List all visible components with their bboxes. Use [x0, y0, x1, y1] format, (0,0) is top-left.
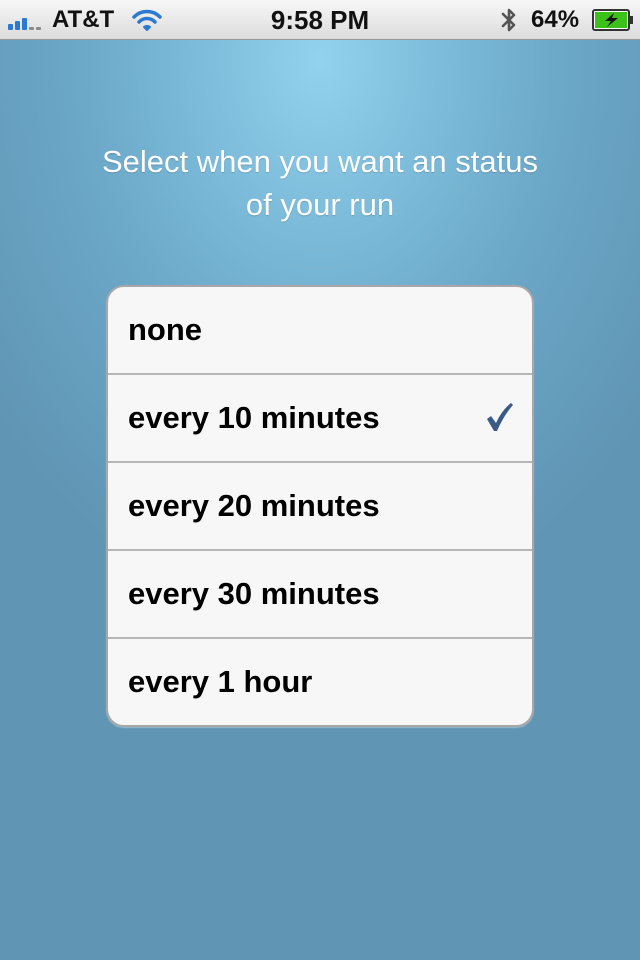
checkmark-icon: [487, 403, 513, 431]
option-label: every 20 minutes: [128, 488, 380, 523]
option-label: none: [128, 312, 203, 347]
option-label: every 30 minutes: [128, 576, 380, 611]
prompt-line-2: of your run: [245, 187, 395, 222]
option-every-1-hour[interactable]: every 1 hour: [108, 639, 532, 725]
status-interval-list: none every 10 minutes every 20 minutes e…: [106, 285, 534, 727]
option-label: every 1 hour: [128, 664, 313, 699]
option-every-10-minutes[interactable]: every 10 minutes: [108, 375, 532, 463]
option-every-20-minutes[interactable]: every 20 minutes: [108, 463, 532, 551]
prompt-text: Select when you want an status of your r…: [40, 140, 600, 226]
option-every-30-minutes[interactable]: every 30 minutes: [108, 551, 532, 639]
battery-charging-icon: [592, 9, 633, 31]
bluetooth-icon: [501, 8, 516, 32]
status-bar: AT&T 9:58 PM 64%: [0, 0, 640, 40]
prompt-line-1: Select when you want an status: [102, 144, 538, 179]
battery-percentage: 64%: [531, 6, 580, 33]
option-none[interactable]: none: [108, 287, 532, 375]
option-label: every 10 minutes: [128, 400, 380, 435]
